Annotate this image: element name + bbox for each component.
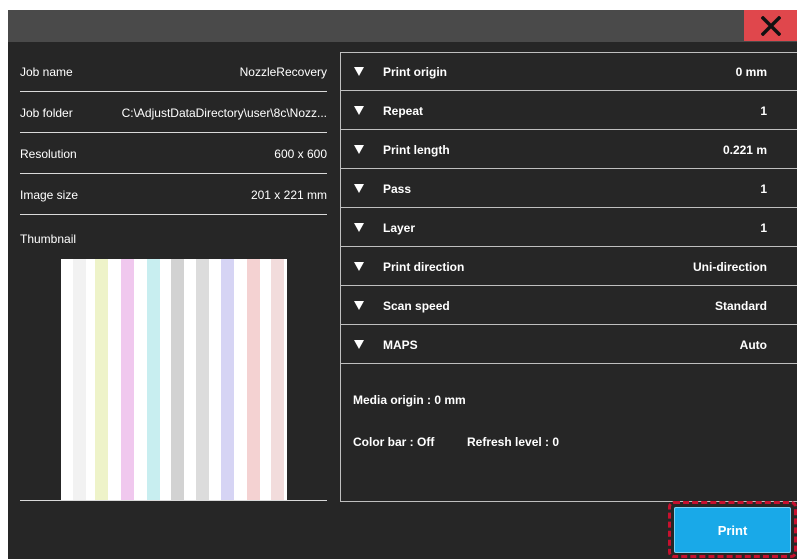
setting-layer[interactable]: Layer 1 — [341, 209, 797, 247]
setting-name: MAPS — [383, 337, 418, 352]
job-name-label: Job name — [20, 64, 73, 79]
thumbnail-stripe — [73, 259, 86, 500]
print-settings-panel: Print origin 0 mm Repeat 1 Print length … — [340, 52, 797, 502]
thumbnail-stripe — [271, 259, 284, 500]
thumbnail-stripe — [221, 259, 234, 500]
setting-value: Auto — [739, 337, 767, 352]
resolution-value: 600 x 600 — [274, 146, 327, 161]
setting-name: Scan speed — [383, 298, 450, 313]
setting-name: Print direction — [383, 259, 465, 274]
refresh-level-text: Refresh level : 0 — [467, 435, 560, 449]
thumbnail-image — [61, 259, 287, 500]
job-folder-value: C:\AdjustDataDirectory\user\8c\Nozz... — [121, 105, 327, 120]
setting-value: 0 mm — [735, 64, 767, 79]
setting-print-origin[interactable]: Print origin 0 mm — [341, 53, 797, 91]
thumbnail-stripe — [196, 259, 209, 500]
resolution-row: Resolution 600 x 600 — [20, 134, 327, 174]
setting-name: Repeat — [383, 103, 424, 118]
thumbnail-stripe — [121, 259, 134, 500]
setting-value: Standard — [714, 298, 767, 313]
color-bar-text: Color bar : Off — [353, 435, 435, 449]
setting-value: Uni-direction — [693, 259, 767, 274]
resolution-label: Resolution — [20, 146, 77, 161]
media-origin-text: Media origin : 0 mm — [353, 393, 466, 407]
setting-value: 0.221 m — [722, 142, 767, 157]
close-button[interactable] — [744, 10, 797, 41]
thumbnail-label: Thumbnail — [20, 232, 77, 246]
expand-triangle-icon — [354, 184, 364, 193]
thumbnail-stripe — [95, 259, 108, 500]
divider — [20, 500, 327, 501]
close-icon — [760, 15, 781, 36]
setting-print-direction[interactable]: Print direction Uni-direction — [341, 248, 797, 286]
thumbnail-stripe — [171, 259, 184, 500]
setting-print-length[interactable]: Print length 0.221 m — [341, 131, 797, 169]
expand-triangle-icon — [354, 67, 364, 76]
setting-name: Print origin — [383, 64, 447, 79]
setting-name: Layer — [383, 220, 416, 235]
thumbnail-stripe — [247, 259, 260, 500]
expand-triangle-icon — [354, 223, 364, 232]
setting-name: Pass — [383, 181, 412, 196]
thumbnail-stripe — [147, 259, 160, 500]
title-bar — [8, 10, 797, 42]
expand-triangle-icon — [354, 106, 364, 115]
job-folder-label: Job folder — [20, 105, 73, 120]
setting-scan-speed[interactable]: Scan speed Standard — [341, 287, 797, 325]
image-size-value: 201 x 221 mm — [250, 187, 327, 202]
setting-value: 1 — [760, 181, 767, 196]
expand-triangle-icon — [354, 145, 364, 154]
setting-pass[interactable]: Pass 1 — [341, 170, 797, 208]
expand-triangle-icon — [354, 301, 364, 310]
setting-name: Print length — [383, 142, 450, 157]
expand-triangle-icon — [354, 262, 364, 271]
job-folder-row: Job folder C:\AdjustDataDirectory\user\8… — [20, 93, 327, 133]
setting-value: 1 — [760, 220, 767, 235]
setting-maps[interactable]: MAPS Auto — [341, 326, 797, 364]
image-size-row: Image size 201 x 221 mm — [20, 175, 327, 215]
expand-triangle-icon — [354, 340, 364, 349]
job-name-value: NozzleRecovery — [239, 64, 327, 79]
print-button[interactable]: Print — [674, 507, 791, 553]
image-size-label: Image size — [20, 187, 79, 202]
job-name-row: Job name NozzleRecovery — [20, 52, 327, 92]
job-settings-dialog: Job name NozzleRecovery Job folder C:\Ad… — [8, 10, 797, 559]
setting-repeat[interactable]: Repeat 1 — [341, 92, 797, 130]
setting-value: 1 — [760, 103, 767, 118]
